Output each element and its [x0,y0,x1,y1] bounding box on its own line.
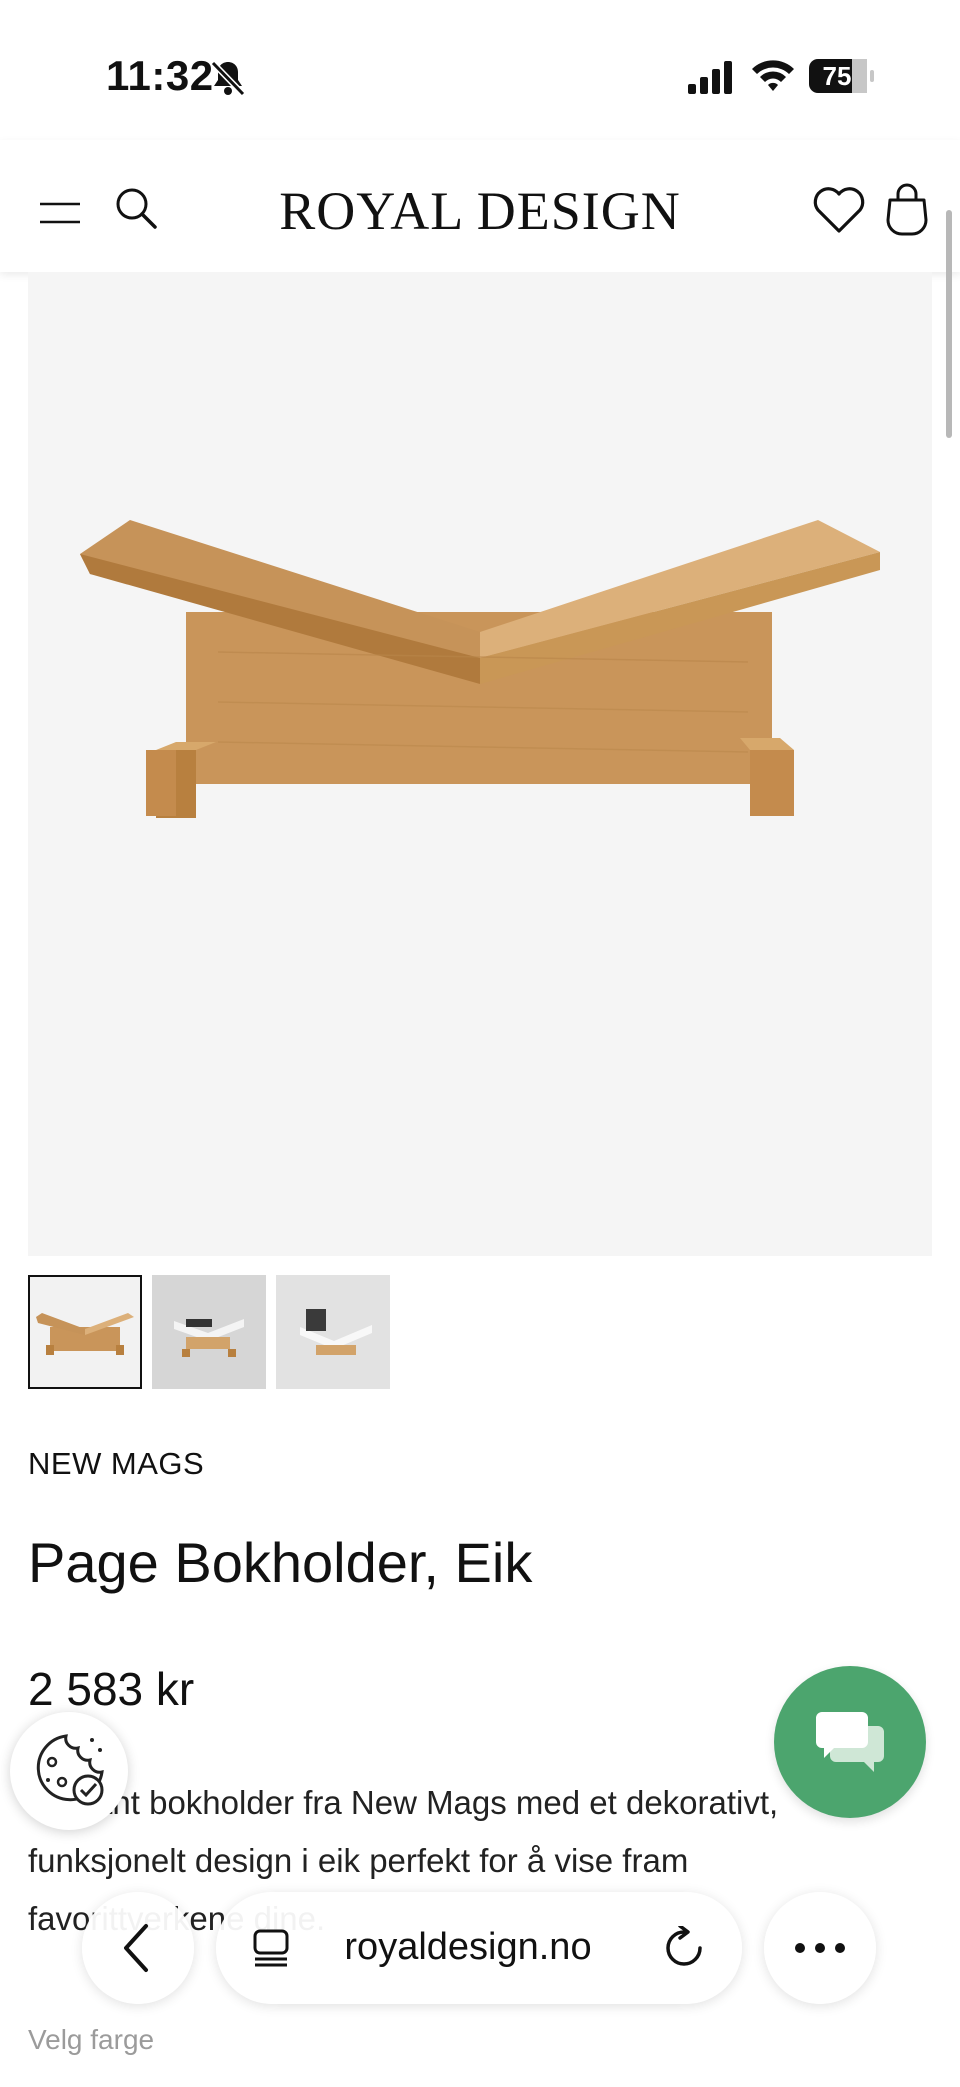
search-icon[interactable] [114,186,158,230]
tabs-icon[interactable] [252,1928,290,1968]
more-options-button[interactable] [764,1892,876,2004]
brand-logo[interactable]: ROYAL DESIGN [230,180,730,242]
product-brand[interactable]: NEW MAGS [28,1446,204,1482]
thumbnail-2[interactable] [152,1275,266,1389]
more-icon [795,1943,845,1953]
cookie-icon [36,1734,104,1806]
scrollbar[interactable] [946,210,952,438]
battery-level: 75 [822,61,852,91]
status-time: 11:32 [106,52,214,99]
back-icon [124,1924,148,1972]
battery-icon: 75 [808,58,876,94]
product-title: Page Bokholder, Eik [28,1531,533,1594]
browser-back-button[interactable] [82,1892,194,2004]
address-bar[interactable]: royaldesign.no [216,1892,742,2004]
wifi-icon [752,60,794,91]
heart-icon[interactable] [812,186,866,234]
thumbnail-3[interactable] [276,1275,390,1389]
menu-icon[interactable] [38,198,82,228]
product-image[interactable] [28,272,932,1256]
thumbnail-1[interactable] [28,1275,142,1389]
reload-icon[interactable] [662,1926,706,1970]
product-price: 2 583 kr [28,1663,195,1715]
site-header: ROYAL DESIGN [0,140,960,272]
chat-button[interactable] [774,1666,926,1818]
bag-icon[interactable] [884,182,930,236]
signal-icon [688,61,732,94]
thumbnail-strip [28,1275,390,1391]
status-bar: 11:32 75 [0,0,960,140]
cookie-settings-button[interactable] [10,1712,128,1830]
url-text[interactable]: royaldesign.no [312,1926,624,1969]
color-select-label: Velg farge [28,2024,155,2055]
chat-icon [816,1712,884,1772]
bell-slash-icon [210,60,246,97]
